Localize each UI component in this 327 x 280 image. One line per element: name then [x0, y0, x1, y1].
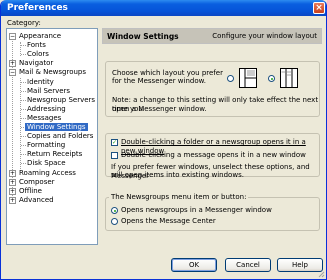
open-message-new-window-checkbox[interactable] — [111, 152, 118, 159]
tree-connector — [21, 54, 26, 56]
tree-connector — [21, 90, 26, 92]
layout-option-wide-radio[interactable] — [268, 75, 275, 82]
tree-item-label: Colors — [27, 50, 49, 59]
tree-connector — [21, 99, 26, 101]
layout-prompt-line2: for the Messenger window. — [112, 77, 206, 85]
category-tree[interactable]: − Appearance Fonts Colors + Navigator − Mail & … — [6, 28, 98, 245]
tree-item[interactable]: Roaming Access — [19, 169, 76, 178]
tree-item[interactable]: Formatting — [27, 141, 65, 150]
layout-group: Choose which layout you prefer for the M… — [105, 61, 320, 117]
tree-item-label: Window Settings — [25, 123, 88, 131]
tree-item-label: Mail & Newsgroups — [19, 68, 87, 77]
preferences-window: Preferences × Category: − Appearance Fonts… — [0, 0, 327, 280]
classic-layout-icon — [239, 68, 257, 90]
tree-item[interactable]: Window Settings — [25, 123, 88, 132]
open-message-center-radio[interactable] — [111, 218, 118, 225]
tree-item-label: Return Receipts — [27, 150, 83, 159]
collapse-icon[interactable]: − — [9, 69, 16, 77]
tree-item[interactable]: Composer — [19, 178, 55, 187]
panel-header: Window Settings Configure your window la… — [102, 28, 322, 44]
tree-connector — [21, 136, 26, 138]
tree-item-label: Mail Servers — [27, 86, 71, 95]
tree-item[interactable]: Identity — [27, 78, 54, 87]
panel-description: Configure your window layout — [212, 32, 317, 40]
tree-item[interactable]: Appearance — [19, 32, 61, 41]
tree-connector — [21, 108, 26, 110]
tree-item-label: Composer — [19, 177, 55, 186]
tree-item[interactable]: Navigator — [19, 59, 53, 68]
tree-item-label: Advanced — [19, 195, 54, 204]
ok-button[interactable]: OK — [171, 258, 217, 272]
tree-connector — [21, 81, 26, 83]
tree-item-label: Messages — [27, 113, 62, 122]
expand-icon[interactable]: + — [9, 169, 16, 177]
expand-icon[interactable]: + — [9, 196, 16, 204]
collapse-icon[interactable]: − — [9, 33, 16, 40]
tree-connector — [21, 163, 26, 165]
open-in-messenger-radio[interactable] — [111, 207, 118, 214]
tree-item-label: Identity — [27, 77, 54, 86]
expand-icon[interactable]: + — [9, 178, 16, 186]
tree-item[interactable]: Addressing — [27, 105, 66, 114]
layout-note-line2: open a Messenger window. — [112, 105, 207, 113]
newsgroups-legend: The Newsgroups menu item or button: — [109, 193, 249, 202]
tree-item[interactable]: Disk Space — [27, 159, 66, 168]
open-in-messenger-label[interactable]: Opens newsgroups in a Messenger window — [121, 206, 272, 215]
tree-item[interactable]: Return Receipts — [27, 150, 82, 159]
tree-connector — [20, 78, 21, 169]
category-label: Category: — [7, 19, 41, 27]
layout-option-classic-radio[interactable] — [227, 75, 234, 82]
tree-item[interactable]: Newsgroup Servers — [27, 96, 95, 105]
tree-item[interactable]: Colors — [27, 50, 49, 59]
tree-item[interactable]: Mail Servers — [27, 87, 70, 96]
newsgroups-group: The Newsgroups menu item or button: Open… — [105, 193, 320, 231]
open-info-line2: will open items into existing windows. — [111, 171, 244, 179]
tree-item[interactable]: Fonts — [27, 41, 46, 50]
tree-item-label: Offline — [19, 186, 42, 195]
tree-item-label: Formatting — [27, 141, 66, 150]
expand-icon[interactable]: + — [9, 60, 16, 68]
window-title: Preferences — [7, 3, 68, 13]
expand-icon[interactable]: + — [9, 187, 16, 195]
open-folder-new-window-checkbox[interactable]: ✓ — [111, 139, 118, 146]
close-button[interactable]: × — [313, 2, 325, 14]
tree-connector — [21, 45, 26, 47]
tree-item[interactable]: Offline — [19, 187, 42, 196]
tree-item[interactable]: Mail & Newsgroups — [19, 68, 86, 77]
tree-item-label: Appearance — [19, 32, 62, 40]
tree-connector — [21, 154, 26, 156]
tree-item[interactable]: Advanced — [19, 196, 54, 205]
panel-title: Window Settings — [107, 32, 179, 41]
open-message-center-label[interactable]: Opens the Message Center — [121, 217, 216, 226]
open-message-new-window-label[interactable]: Double-clicking a message opens it in a … — [121, 151, 306, 160]
open-window-group: ✓ Double-clicking a folder or a newsgrou… — [105, 133, 320, 180]
tree-connector — [21, 145, 26, 147]
tree-item-label: Newsgroup Servers — [27, 95, 96, 104]
tree-item[interactable]: Messages — [27, 114, 61, 123]
tree-item-label: Copies and Folders — [27, 132, 94, 141]
tree-item-label: Disk Space — [27, 159, 66, 168]
resize-grip-icon[interactable] — [317, 270, 325, 278]
tree-connector — [21, 117, 26, 119]
tree-item-label: Addressing — [27, 104, 66, 113]
tree-item-label: Fonts — [27, 41, 46, 50]
tree-item-label: Navigator — [19, 59, 54, 68]
tree-item[interactable]: Copies and Folders — [27, 132, 93, 141]
cancel-button[interactable]: Cancel — [225, 258, 271, 272]
wide-layout-icon — [280, 68, 298, 90]
tree-item-label: Roaming Access — [19, 168, 76, 177]
title-bar[interactable]: Preferences × — [1, 0, 326, 16]
